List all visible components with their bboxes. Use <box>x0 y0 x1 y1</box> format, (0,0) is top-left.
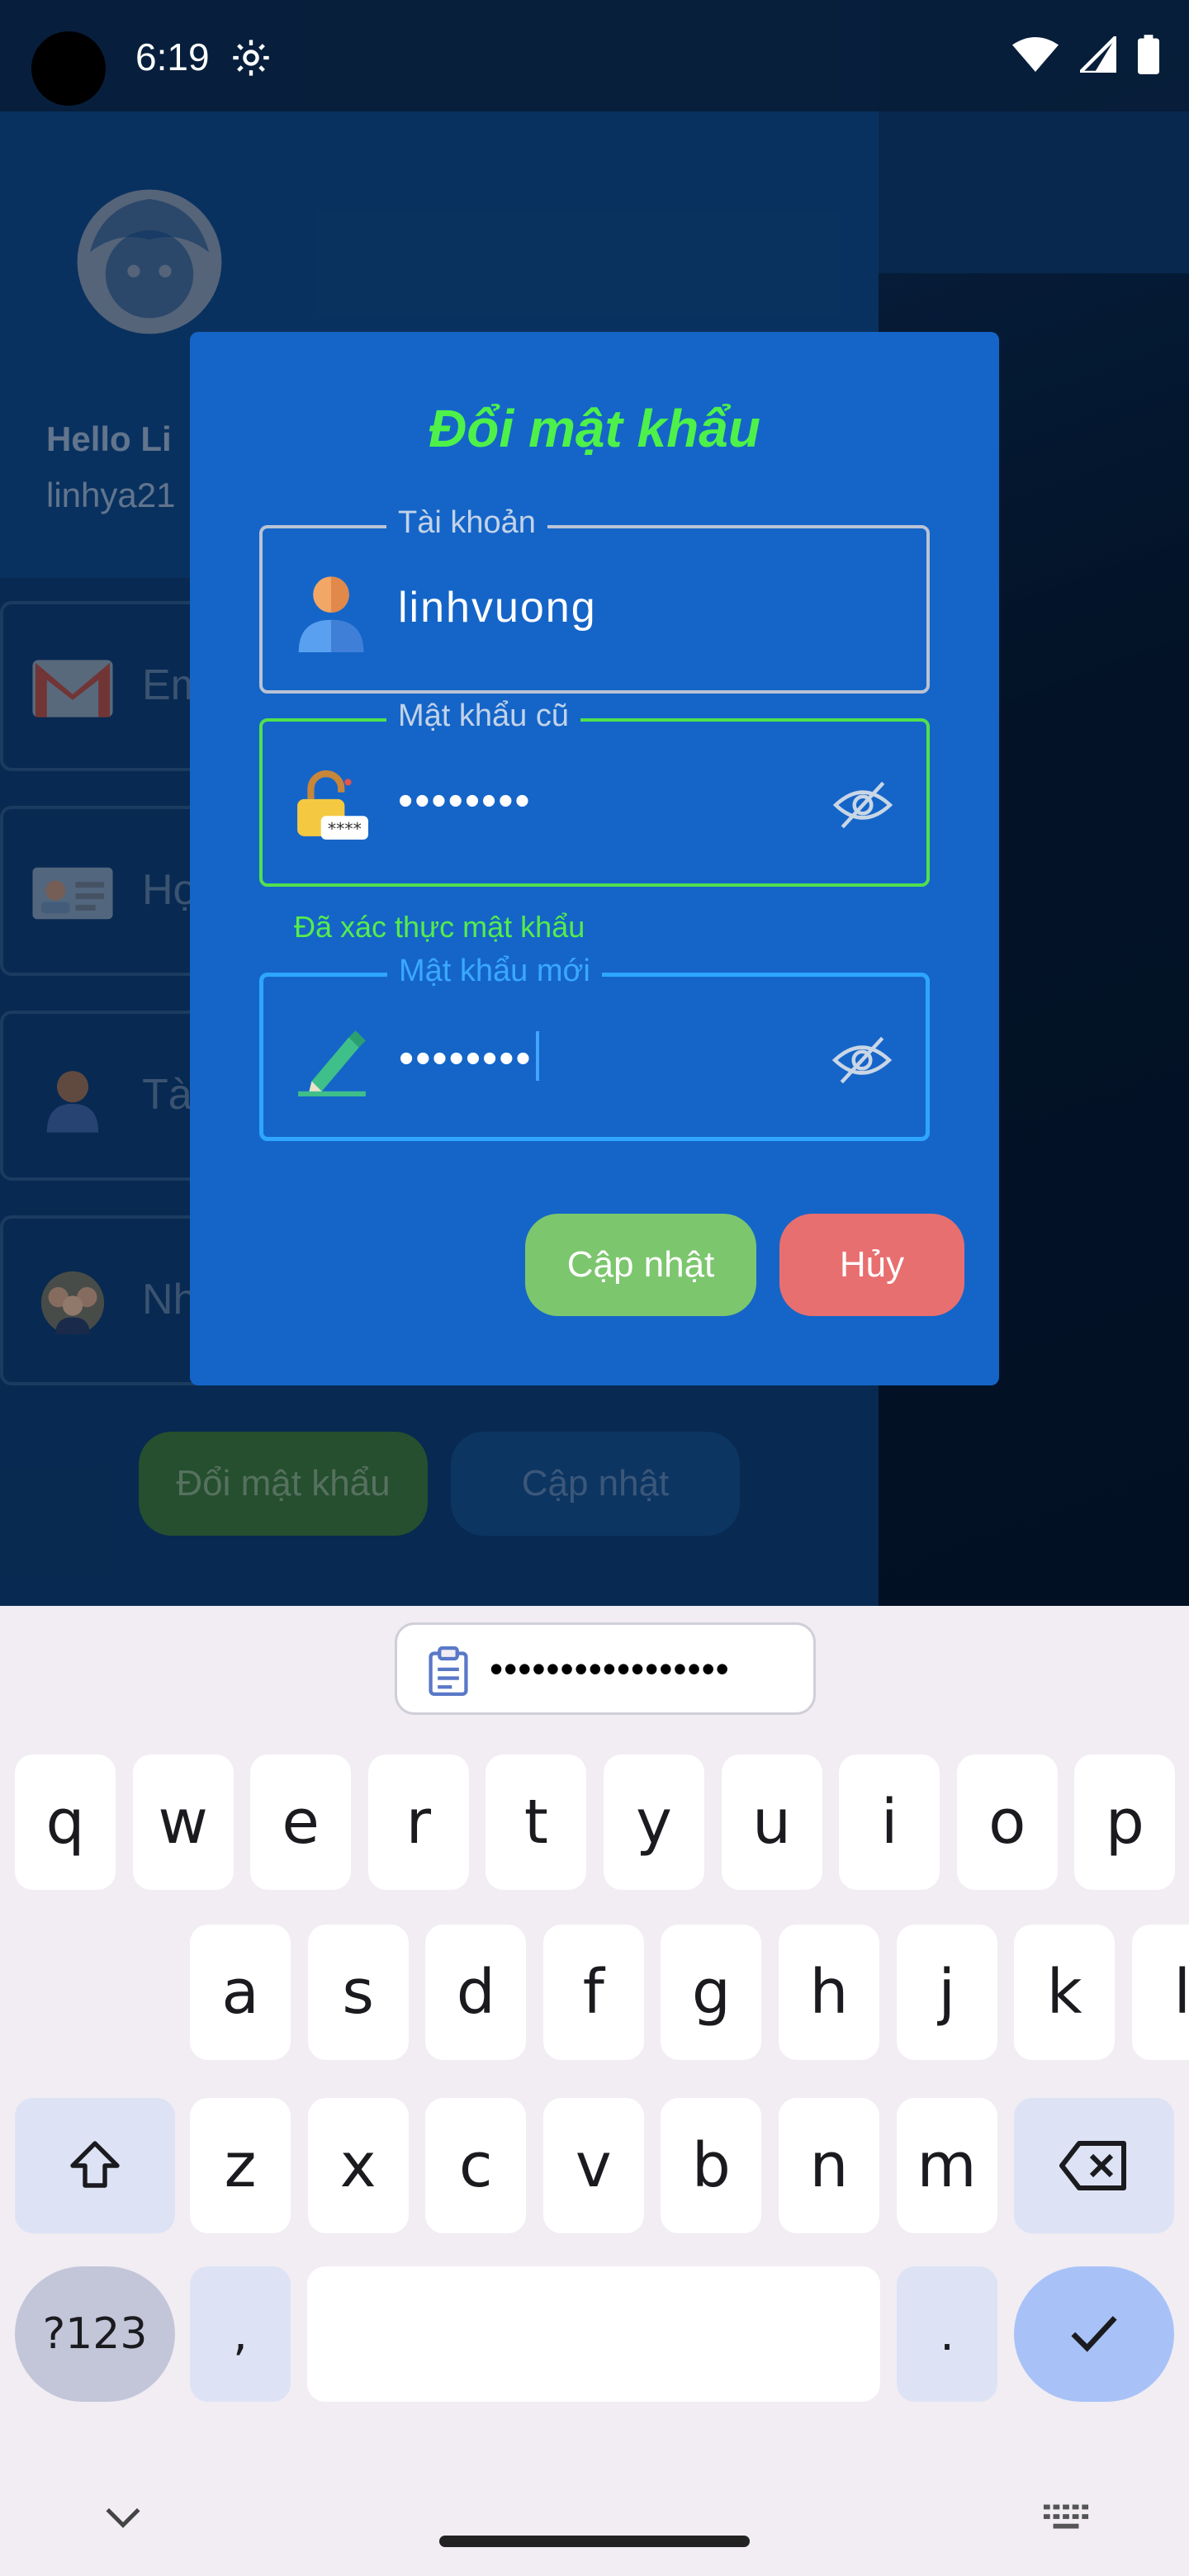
key-q[interactable]: q <box>15 1754 116 1890</box>
shift-icon <box>70 2141 120 2188</box>
pencil-icon <box>298 1030 366 1096</box>
account-value: linhvuong <box>398 584 597 632</box>
key-w[interactable]: w <box>132 1754 234 1890</box>
key-x[interactable]: x <box>307 2098 409 2233</box>
new-password-label: Mật khẩu mới <box>387 954 602 989</box>
backspace-icon <box>1059 2141 1126 2190</box>
period-key[interactable]: . <box>897 2266 997 2402</box>
camera-cutout <box>31 31 106 106</box>
key-b[interactable]: b <box>661 2098 762 2233</box>
key-m[interactable]: m <box>896 2098 997 2233</box>
backspace-key[interactable] <box>1014 2098 1174 2233</box>
password-verified-hint: Đã xác thực mật khẩu <box>294 910 585 944</box>
old-password-label: Mật khẩu cũ <box>386 698 580 734</box>
key-o[interactable]: o <box>956 1754 1058 1890</box>
clipboard-suggestion[interactable]: ••••••••••••••••• <box>395 1622 816 1715</box>
change-password-dialog: Đổi mật khẩu Tài khoản linhvuong Mật khẩ… <box>190 332 999 1385</box>
key-u[interactable]: u <box>721 1754 822 1890</box>
eye-off-icon[interactable] <box>831 1035 893 1086</box>
key-r[interactable]: r <box>367 1754 469 1890</box>
comma-key[interactable]: , <box>190 2266 291 2402</box>
cancel-button[interactable]: Hủy <box>779 1214 964 1316</box>
key-v[interactable]: v <box>542 2098 644 2233</box>
cellular-signal-icon <box>1080 36 1116 73</box>
user-icon <box>298 576 364 652</box>
key-n[interactable]: n <box>779 2098 879 2233</box>
new-password-field[interactable]: Mật khẩu mới •••••••• <box>259 954 930 1141</box>
shift-key[interactable] <box>15 2098 175 2233</box>
old-password-value[interactable]: •••••••• <box>398 776 532 826</box>
eye-off-icon[interactable] <box>832 779 893 831</box>
account-field-label: Tài khoản <box>386 505 547 541</box>
chevron-down-icon[interactable] <box>102 2506 144 2531</box>
home-gesture-bar[interactable] <box>439 2536 750 2547</box>
key-c[interactable]: c <box>425 2098 527 2233</box>
key-d[interactable]: d <box>425 1925 527 2060</box>
checkmark-icon <box>1071 2316 1117 2352</box>
key-y[interactable]: y <box>604 1754 704 1890</box>
key-h[interactable]: h <box>779 1925 879 2060</box>
battery-icon <box>1138 35 1159 74</box>
settings-gear-icon <box>233 40 269 76</box>
dialog-title: Đổi mật khẩu <box>429 399 760 458</box>
key-j[interactable]: j <box>896 1925 997 2060</box>
clipboard-icon <box>429 1646 468 1696</box>
status-icons <box>1012 35 1159 74</box>
new-password-value[interactable]: •••••••• <box>399 1031 539 1083</box>
account-field[interactable]: Tài khoản linhvuong <box>259 505 930 694</box>
key-z[interactable]: z <box>190 2098 291 2233</box>
symbols-key[interactable]: ?123 <box>15 2266 175 2402</box>
key-e[interactable]: e <box>250 1754 352 1890</box>
key-i[interactable]: i <box>839 1754 940 1890</box>
wifi-icon <box>1012 37 1059 72</box>
key-k[interactable]: k <box>1014 1925 1116 2060</box>
soft-keyboard: ••••••••••••••••• ?123 , . qwertyuiop asd… <box>0 1606 1189 2576</box>
text-cursor <box>535 1031 539 1081</box>
status-time: 6:19 <box>135 36 210 78</box>
space-key[interactable] <box>307 2266 880 2402</box>
enter-key[interactable] <box>1014 2266 1174 2402</box>
key-g[interactable]: g <box>661 1925 762 2060</box>
lock-icon: **** <box>297 770 368 840</box>
key-a[interactable]: a <box>190 1925 291 2060</box>
update-button[interactable]: Cập nhật <box>525 1214 756 1316</box>
old-password-field[interactable]: Mật khẩu cũ **** •••••••• <box>259 698 930 887</box>
key-l[interactable]: l <box>1131 1925 1189 2060</box>
svg-text:****: **** <box>328 819 362 839</box>
new-password-text: •••••••• <box>399 1035 533 1082</box>
clipboard-text: ••••••••••••••••• <box>490 1647 730 1690</box>
key-p[interactable]: p <box>1074 1754 1176 1890</box>
key-f[interactable]: f <box>542 1925 644 2060</box>
key-s[interactable]: s <box>307 1925 409 2060</box>
status-bar: 6:19 <box>0 0 1189 111</box>
key-t[interactable]: t <box>486 1754 587 1890</box>
keyboard-switch-icon[interactable] <box>1042 2501 1090 2534</box>
